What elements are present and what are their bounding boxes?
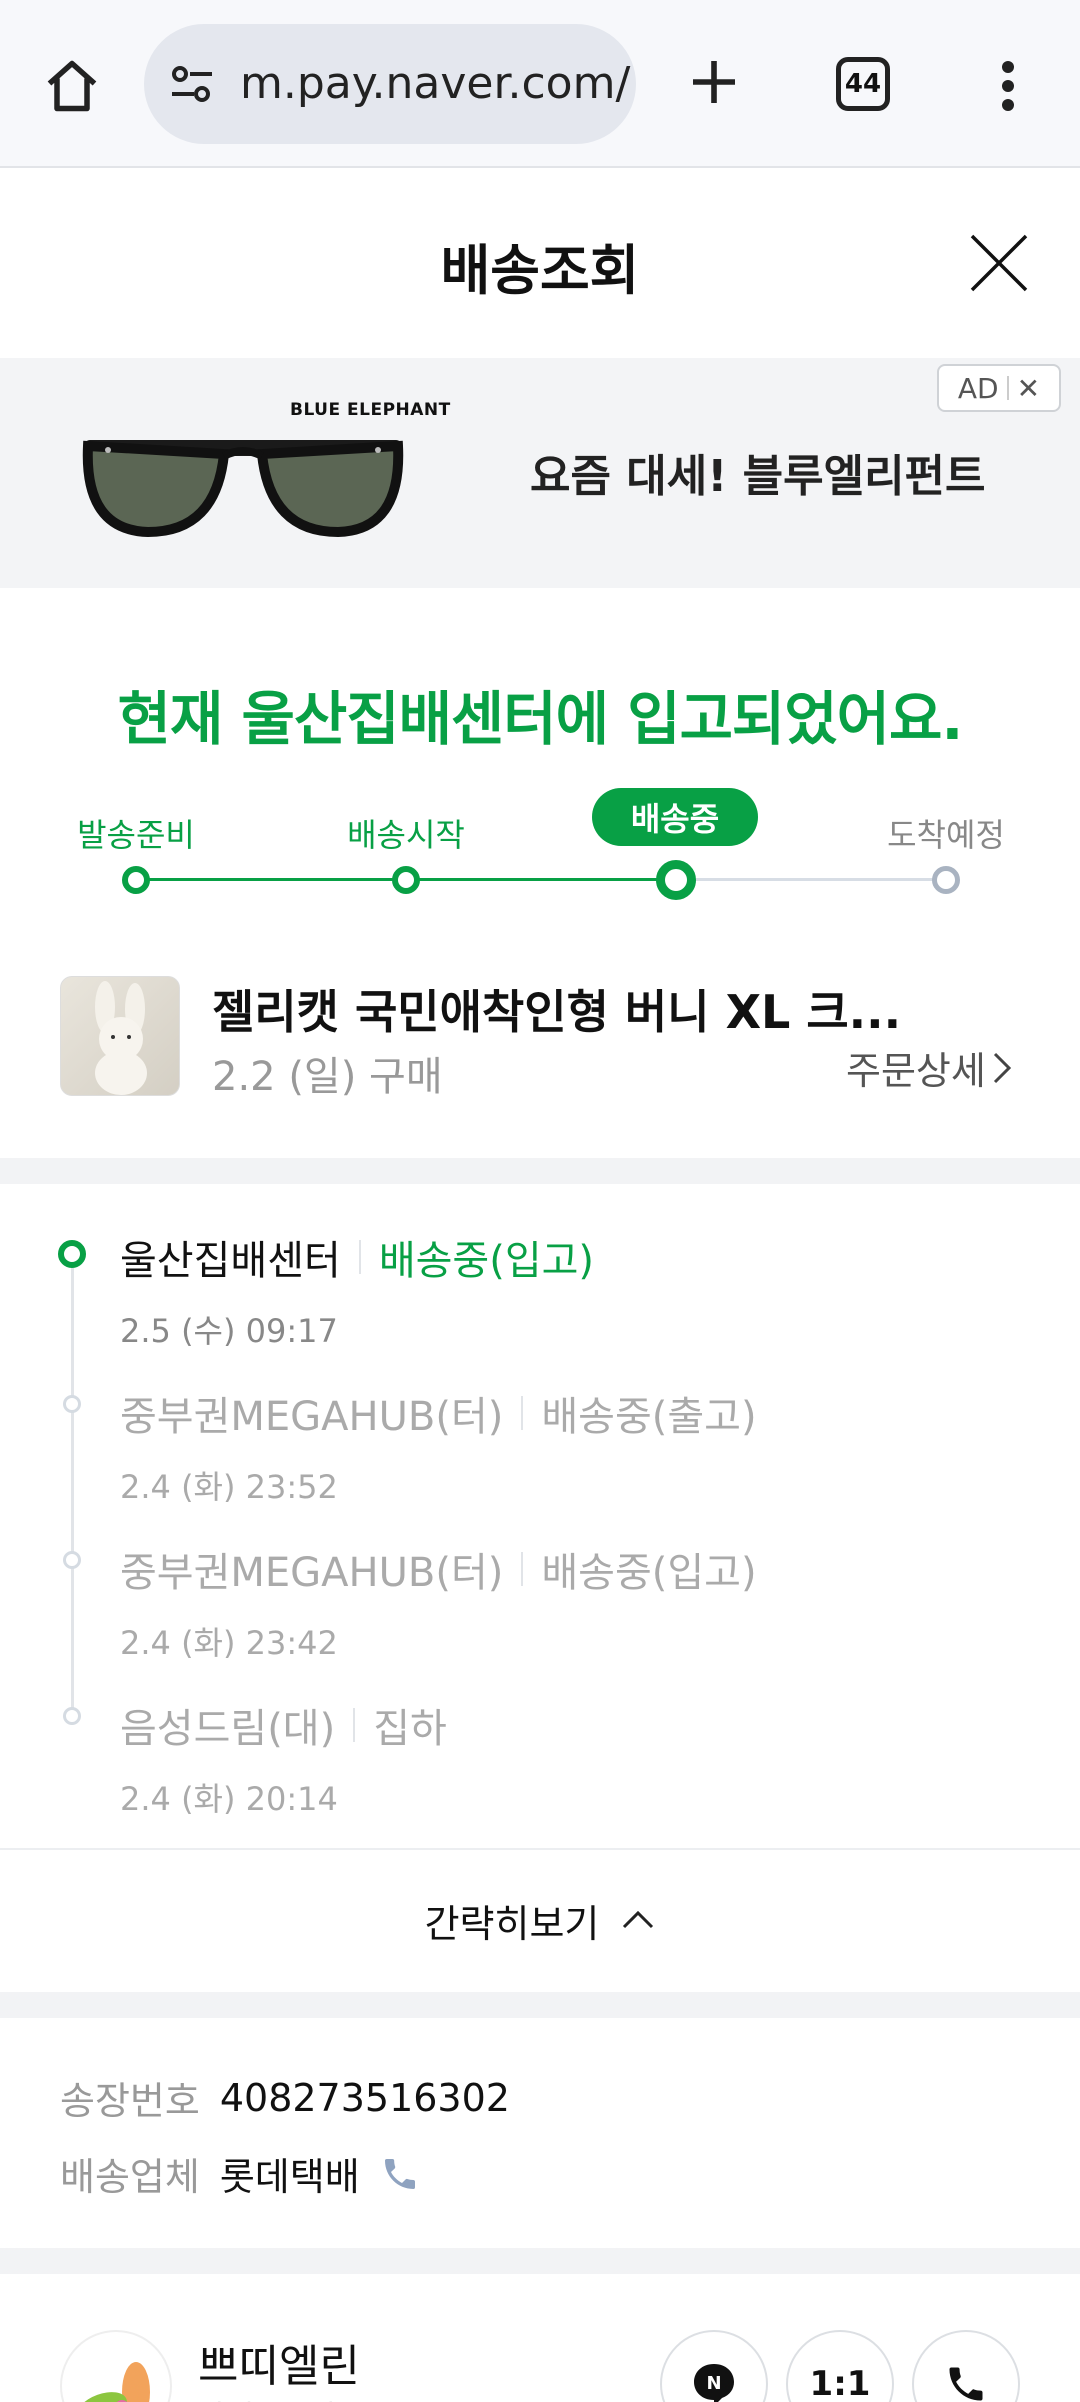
site-settings-icon[interactable] xyxy=(168,62,216,110)
step-label-in-transit: 배송중 xyxy=(592,788,758,846)
timeline-status: 집하 xyxy=(373,1706,447,1752)
section-divider xyxy=(0,1992,1080,2018)
timeline-location: 중부권MEGAHUB(터) xyxy=(120,1550,504,1596)
timeline-location: 울산집배센터 xyxy=(120,1238,341,1284)
chevron-up-icon xyxy=(623,1910,654,1929)
invoice-number[interactable]: 408273516302 xyxy=(220,2076,510,2120)
step-label-shipped: 배송시작 xyxy=(347,816,465,854)
section-divider xyxy=(0,2248,1080,2274)
ad-brand: BLUE ELEPHANT xyxy=(290,400,451,420)
tab-count: 44 xyxy=(844,69,882,99)
timeline-status: 배송중(출고) xyxy=(541,1394,757,1440)
browser-toolbar: m.pay.naver.com/ 44 xyxy=(0,0,1080,168)
one-on-one-chat-button[interactable]: 1:1 xyxy=(786,2330,894,2402)
invoice-label: 송장번호 xyxy=(60,2079,200,2123)
timeline-dot xyxy=(63,1395,81,1413)
home-icon[interactable] xyxy=(36,50,108,122)
seller-call-button[interactable] xyxy=(912,2330,1020,2402)
timeline-location: 음성드림(대) xyxy=(120,1706,336,1752)
section-divider xyxy=(0,1158,1080,1184)
order-detail-link[interactable]: 주문상세 xyxy=(846,1040,1012,1095)
address-bar[interactable]: m.pay.naver.com/ xyxy=(144,24,636,144)
naver-talk-button[interactable]: N xyxy=(660,2330,768,2402)
step-label-arrival: 도착예정 xyxy=(887,816,1005,854)
carrier-label: 배송업체 xyxy=(60,2155,200,2199)
product-thumbnail[interactable] xyxy=(60,976,180,1096)
step-dot-shipped xyxy=(392,866,420,894)
step-label-preparing: 발송준비 xyxy=(77,816,195,854)
purchase-date: 2.2 (일) 구매 xyxy=(212,1054,443,1100)
naver-talk-icon: N xyxy=(694,2364,734,2402)
tab-switcher-button[interactable]: 44 xyxy=(836,57,890,111)
carrier-row: 배송업체 롯데택배 xyxy=(60,2146,420,2201)
ad-close-icon[interactable]: ✕ xyxy=(1017,372,1040,405)
timeline-time: 2.5 (수) 09:17 xyxy=(120,1312,338,1350)
invoice-row: 송장번호 408273516302 xyxy=(60,2070,510,2125)
svg-text:N: N xyxy=(706,2373,721,2394)
chevron-right-icon xyxy=(993,1052,1011,1083)
page-header: 배송조회 xyxy=(0,170,1080,356)
delivery-status-headline: 현재 울산집배센터에 입고되었어요. xyxy=(117,685,964,753)
timeline-entry: 음성드림(대) 집하 2.4 (화) 20:14 xyxy=(120,1696,447,1820)
close-icon[interactable] xyxy=(968,232,1030,294)
step-dot-in-transit xyxy=(656,860,696,900)
more-menu-icon[interactable] xyxy=(984,50,1032,122)
phone-icon[interactable] xyxy=(380,2154,420,2194)
ad-badge[interactable]: AD ✕ xyxy=(937,364,1061,412)
collapse-label: 간략히보기 xyxy=(424,1901,600,1946)
timeline-time: 2.4 (화) 23:42 xyxy=(120,1624,338,1662)
step-dot-arrival xyxy=(932,866,960,894)
ad-label: AD xyxy=(957,371,999,405)
page-title: 배송조회 xyxy=(440,239,640,302)
new-tab-icon[interactable] xyxy=(678,46,750,118)
timeline-entry: 중부권MEGAHUB(터) 배송중(출고) 2.4 (화) 23:52 xyxy=(120,1384,757,1508)
timeline-status: 배송중(입고) xyxy=(541,1550,757,1596)
product-name[interactable]: 젤리캣 국민애착인형 버니 XL 크... xyxy=(212,976,901,1042)
seller-logo[interactable] xyxy=(60,2330,172,2402)
seller-subtitle: 판매자문의 xyxy=(198,2392,336,2402)
ad-text: 요즘 대세! 블루엘리펀트 xyxy=(530,451,986,502)
phone-icon xyxy=(949,2367,983,2401)
timeline-time: 2.4 (화) 23:52 xyxy=(120,1468,338,1506)
timeline-dot xyxy=(63,1707,81,1725)
collapse-button[interactable]: 간략히보기 xyxy=(0,1848,1080,1990)
ad-banner[interactable]: BLUE ELEPHANT 요즘 대세! 블루엘리펀트 AD ✕ xyxy=(0,358,1080,588)
seller-name[interactable]: 쁘띠엘린 xyxy=(198,2330,360,2394)
carrier-name: 롯데택배 xyxy=(219,2155,360,2199)
sunglasses-image xyxy=(82,440,404,538)
timeline-location: 중부권MEGAHUB(터) xyxy=(120,1394,504,1440)
timeline-entry: 울산집배센터 배송중(입고) 2.5 (수) 09:17 xyxy=(120,1228,594,1352)
timeline-time: 2.4 (화) 20:14 xyxy=(120,1780,338,1818)
order-detail-label: 주문상세 xyxy=(846,1049,986,1093)
ad-badge-divider xyxy=(1006,376,1009,400)
timeline-line xyxy=(71,1260,74,1720)
timeline-entry: 중부권MEGAHUB(터) 배송중(입고) 2.4 (화) 23:42 xyxy=(120,1540,757,1664)
timeline-dot-active xyxy=(58,1240,86,1268)
one-on-one-label: 1:1 xyxy=(809,2364,871,2402)
url-text: m.pay.naver.com/ xyxy=(240,58,631,109)
step-dot-preparing xyxy=(122,866,150,894)
timeline-dot xyxy=(63,1551,81,1569)
progress-track-remaining xyxy=(676,878,946,881)
timeline-status: 배송중(입고) xyxy=(378,1238,595,1284)
